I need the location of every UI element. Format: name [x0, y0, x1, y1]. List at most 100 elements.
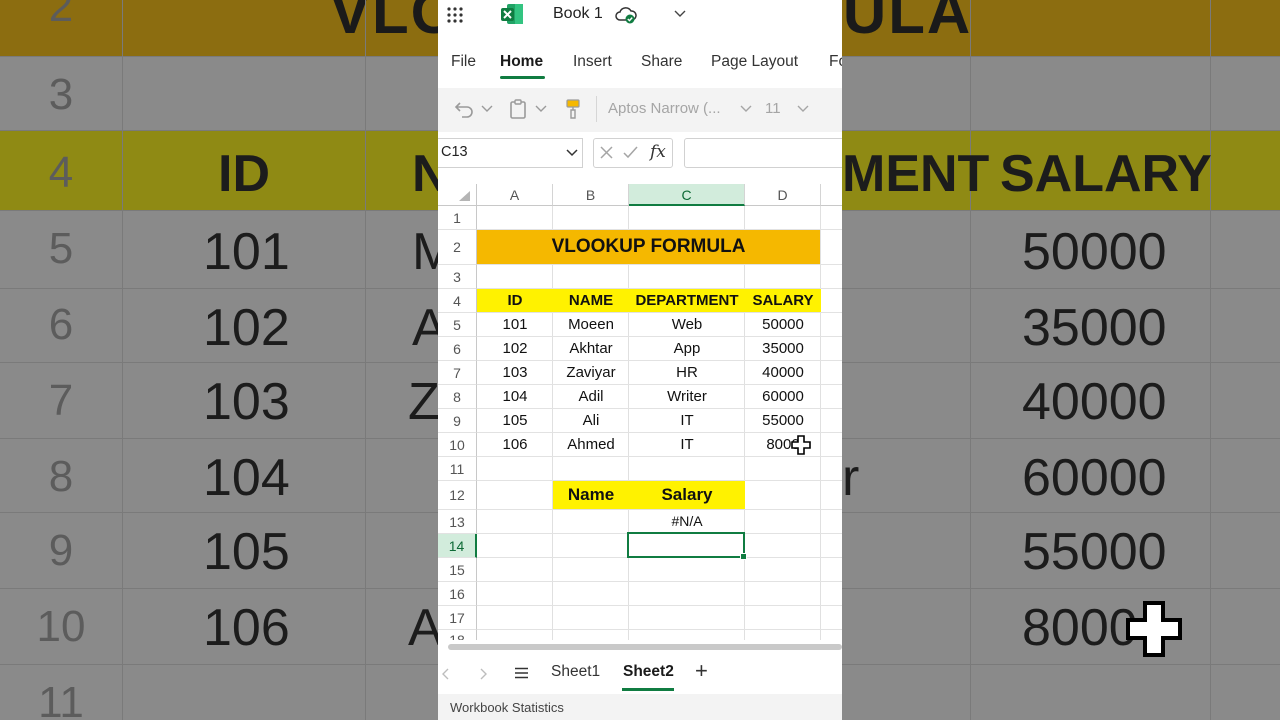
table-cell[interactable]: Writer [629, 385, 745, 408]
tab-file[interactable]: File [451, 53, 476, 71]
header-cell-name[interactable]: NAME [553, 289, 629, 312]
paste-chevron-icon[interactable] [535, 105, 547, 113]
formula-input[interactable] [684, 138, 842, 168]
excel-logo-icon [501, 4, 523, 24]
enter-check-icon[interactable] [622, 145, 639, 160]
table-cell[interactable]: 105 [477, 409, 553, 432]
scroll-right-icon[interactable] [479, 668, 487, 680]
all-sheets-menu-icon[interactable] [514, 667, 529, 679]
table-cell[interactable]: Moeen [553, 313, 629, 336]
row-header[interactable]: 18 [438, 630, 477, 640]
horizontal-scrollbar[interactable] [448, 644, 842, 650]
workbook-statistics-link[interactable]: Workbook Statistics [450, 700, 564, 715]
scroll-left-icon[interactable] [442, 668, 450, 680]
table-cell[interactable]: 55000 [745, 409, 821, 432]
tab-insert[interactable]: Insert [573, 53, 612, 71]
lookup-header-name[interactable]: Name [553, 481, 629, 509]
row-header[interactable]: 6 [438, 337, 477, 361]
tab-formulas[interactable]: Fo [829, 53, 842, 71]
add-sheet-button[interactable]: + [695, 658, 708, 684]
row-header[interactable]: 3 [438, 265, 477, 289]
tab-home[interactable]: Home [500, 53, 543, 71]
clipboard-icon[interactable] [509, 98, 527, 120]
table-cell[interactable]: Web [629, 313, 745, 336]
row-header[interactable]: 2 [438, 230, 477, 265]
insert-function-icon[interactable]: fx [650, 142, 666, 162]
table-cell[interactable]: 40000 [745, 361, 821, 384]
vlookup-title-cell[interactable]: VLOOKUP FORMULA [477, 230, 820, 264]
fill-handle[interactable] [740, 553, 747, 560]
font-name-dropdown[interactable]: Aptos Narrow (... [604, 95, 752, 123]
row-header[interactable]: 11 [438, 457, 477, 481]
table-cell[interactable]: 102 [477, 337, 553, 360]
bg-id: 102 [203, 299, 290, 357]
tab-page-layout[interactable]: Page Layout [711, 53, 798, 71]
column-header-c[interactable]: C [629, 184, 745, 206]
table-cell[interactable]: 103 [477, 361, 553, 384]
row-header[interactable]: 5 [438, 313, 477, 337]
column-header-e[interactable] [821, 184, 842, 206]
bg-salary: 8000 [1022, 599, 1138, 657]
format-painter-icon[interactable] [565, 98, 581, 120]
table-cell[interactable]: Zaviyar [553, 361, 629, 384]
active-cell-selection[interactable] [627, 532, 747, 560]
row-header[interactable]: 1 [438, 206, 477, 230]
table-cell[interactable]: IT [629, 433, 745, 456]
column-header-b[interactable]: B [553, 184, 629, 206]
row-header[interactable]: 17 [438, 606, 477, 630]
font-size-dropdown[interactable]: 11 [759, 95, 815, 123]
table-cell[interactable]: 106 [477, 433, 553, 456]
tab-share[interactable]: Share [641, 53, 682, 71]
header-cell-salary[interactable]: SALARY [745, 289, 821, 312]
bg-id: 105 [203, 523, 290, 581]
row-header[interactable]: 12 [438, 481, 477, 510]
spreadsheet-grid[interactable]: A B C D 1 2 3 4 5 6 7 8 9 10 11 12 13 14… [438, 184, 842, 640]
sheet-tab-sheet2[interactable]: Sheet2 [623, 663, 674, 681]
row-header[interactable]: 9 [438, 409, 477, 433]
table-cell[interactable]: HR [629, 361, 745, 384]
bg-id: 103 [203, 373, 290, 431]
table-cell[interactable]: Ali [553, 409, 629, 432]
bg-row-number: 10 [36, 602, 86, 651]
row-header[interactable]: 8 [438, 385, 477, 409]
header-cell-department[interactable]: DEPARTMENT [629, 289, 745, 312]
row-header[interactable]: 13 [438, 510, 477, 534]
undo-icon[interactable] [454, 99, 476, 119]
chevron-down-icon [740, 105, 752, 112]
table-cell[interactable]: Akhtar [553, 337, 629, 360]
select-all-corner[interactable] [438, 184, 477, 206]
table-cell[interactable]: 50000 [745, 313, 821, 336]
app-launcher-icon[interactable] [446, 6, 464, 24]
cancel-icon[interactable] [599, 145, 614, 160]
row-header[interactable]: 16 [438, 582, 477, 606]
bg-row-number: 7 [48, 376, 74, 425]
row-header[interactable]: 15 [438, 558, 477, 582]
table-cell[interactable]: 101 [477, 313, 553, 336]
table-cell[interactable]: IT [629, 409, 745, 432]
undo-chevron-icon[interactable] [481, 105, 493, 113]
table-cell[interactable]: 60000 [745, 385, 821, 408]
table-cell[interactable]: Adil [553, 385, 629, 408]
chevron-down-icon[interactable] [674, 9, 686, 19]
header-cell-id[interactable]: ID [477, 289, 553, 312]
row-header[interactable]: 4 [438, 289, 477, 313]
table-cell[interactable]: Ahmed [553, 433, 629, 456]
workbook-title[interactable]: Book 1 [553, 5, 603, 23]
status-bar: Workbook Statistics [438, 694, 842, 720]
bg-row-number: 3 [48, 70, 74, 119]
table-cell[interactable]: App [629, 337, 745, 360]
bg-salary: 35000 [1022, 299, 1167, 357]
table-cell[interactable]: 35000 [745, 337, 821, 360]
column-header-d[interactable]: D [745, 184, 821, 206]
bg-id: 104 [203, 449, 290, 507]
name-box[interactable]: C13 [438, 138, 583, 168]
sheet-tab-sheet1[interactable]: Sheet1 [551, 663, 600, 681]
lookup-result-cell[interactable]: #N/A [629, 510, 745, 533]
row-header[interactable]: 7 [438, 361, 477, 385]
lookup-header-salary[interactable]: Salary [629, 481, 745, 509]
row-header[interactable]: 14 [438, 534, 477, 558]
row-header[interactable]: 10 [438, 433, 477, 457]
table-cell[interactable]: 104 [477, 385, 553, 408]
bg-id: 106 [203, 599, 290, 657]
column-header-a[interactable]: A [477, 184, 553, 206]
